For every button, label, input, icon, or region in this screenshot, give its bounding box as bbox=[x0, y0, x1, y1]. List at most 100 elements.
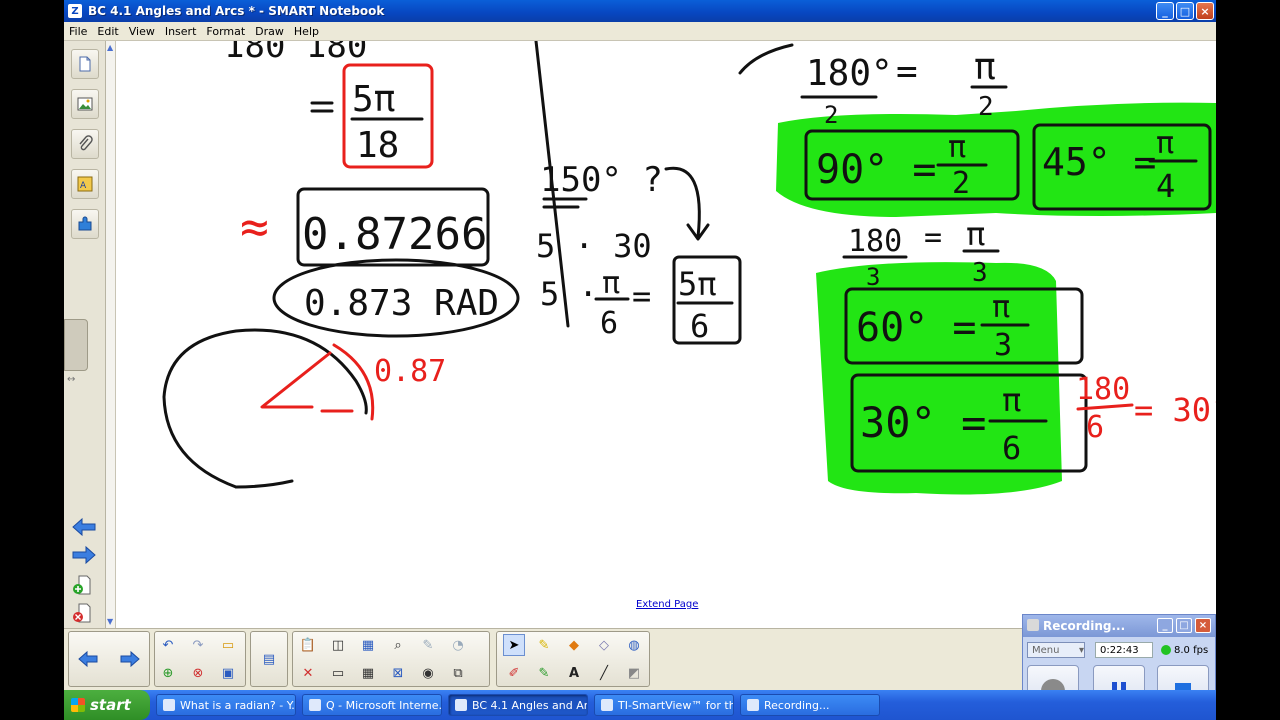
open-file-icon[interactable]: ▭ bbox=[217, 634, 239, 656]
start-button[interactable]: start bbox=[64, 690, 150, 720]
ink-equals-1 bbox=[310, 101, 334, 113]
maximize-button[interactable]: □ bbox=[1176, 2, 1194, 20]
redo-icon[interactable]: ↷ bbox=[187, 634, 209, 656]
properties-icon: A bbox=[77, 176, 93, 192]
camera-icon[interactable]: ◉ bbox=[417, 662, 439, 684]
ink-60-eq: 60° = bbox=[856, 305, 976, 351]
fill-tool-icon[interactable]: ◍ bbox=[623, 634, 645, 656]
chevron-down-icon: ▾ bbox=[1078, 644, 1084, 656]
ink-frac1-num: 5π bbox=[352, 79, 395, 120]
search-icon[interactable]: ⌕ bbox=[387, 634, 409, 656]
menu-view[interactable]: View bbox=[124, 25, 160, 38]
menu-help[interactable]: Help bbox=[289, 25, 324, 38]
ink-circle bbox=[162, 328, 368, 489]
ink-third-pi: π bbox=[966, 215, 985, 253]
recorder-minimize-button[interactable]: _ bbox=[1157, 618, 1173, 633]
full-screen-icon[interactable]: ▭ bbox=[327, 662, 349, 684]
ink-5-times-30: 5 · 30 bbox=[536, 227, 652, 265]
shape-tool-icon[interactable]: ◩ bbox=[623, 662, 645, 684]
windows-taskbar: start What is a radian? - Y... Q - Micro… bbox=[64, 690, 1216, 720]
ink-90-eq: 90° = bbox=[816, 147, 936, 193]
shape-recognition-icon[interactable]: ◔ bbox=[447, 634, 469, 656]
paste-icon[interactable]: 📋 bbox=[297, 634, 319, 656]
undo-icon[interactable]: ↶ bbox=[157, 634, 179, 656]
taskbar-item-smart-notebook[interactable]: BC 4.1 Angles and Ar... bbox=[448, 694, 588, 716]
notebook-page-canvas[interactable]: .ink{fill:none;stroke:#111;stroke-width:… bbox=[116, 41, 1216, 628]
eraser-icon[interactable]: ◇ bbox=[593, 634, 615, 656]
ink-rad-value: 0.873 RAD bbox=[304, 283, 499, 324]
properties-tab[interactable]: A bbox=[71, 169, 99, 199]
blank-page-icon[interactable]: ⊕ bbox=[157, 662, 179, 684]
previous-page-icon[interactable] bbox=[71, 517, 97, 537]
ink-pi-num: π bbox=[602, 266, 620, 301]
close-button[interactable]: × bbox=[1196, 2, 1214, 20]
taskbar-item-label: BC 4.1 Angles and Ar... bbox=[472, 698, 588, 712]
attachments-tab[interactable] bbox=[71, 129, 99, 159]
next-page-icon[interactable] bbox=[71, 545, 97, 565]
menu-format[interactable]: Format bbox=[201, 25, 250, 38]
ink-sixth-num: 180 bbox=[1076, 372, 1130, 407]
smart-notebook-icon bbox=[455, 699, 467, 711]
recorder-close-button[interactable]: × bbox=[1195, 618, 1211, 633]
calculator-icon bbox=[601, 699, 613, 711]
ink-sixth-den: 6 bbox=[1086, 410, 1104, 445]
sidebar-resize-handle[interactable] bbox=[64, 319, 88, 371]
ink-half-pi: π bbox=[974, 47, 996, 88]
menu-edit[interactable]: Edit bbox=[92, 25, 123, 38]
pen-tool-icon[interactable]: ✎ bbox=[533, 634, 555, 656]
attachments-icon bbox=[79, 135, 93, 151]
ink-answer-den: 6 bbox=[690, 307, 709, 345]
dual-page-icon[interactable]: ⊠ bbox=[387, 662, 409, 684]
text-tool-icon[interactable]: A bbox=[563, 662, 585, 684]
ink-third-eq: = bbox=[924, 220, 942, 255]
table-icon[interactable]: ▦ bbox=[357, 662, 379, 684]
taskbar-item-browser-1[interactable]: What is a radian? - Y... bbox=[156, 694, 296, 716]
recorder-title-bar[interactable]: Recording... _ □ × bbox=[1023, 615, 1215, 637]
start-label: start bbox=[90, 696, 131, 714]
menu-insert[interactable]: Insert bbox=[160, 25, 202, 38]
ink-curved-arrow bbox=[664, 166, 710, 241]
screen-shade-icon[interactable]: ▤ bbox=[258, 648, 280, 670]
document-camera-icon[interactable]: ⧉ bbox=[447, 662, 469, 684]
ink-30-eq: 30° = bbox=[860, 398, 986, 447]
delete-page-toolbar-icon[interactable]: ⊗ bbox=[187, 662, 209, 684]
ink-45-num: π bbox=[1156, 126, 1174, 161]
menu-draw[interactable]: Draw bbox=[250, 25, 289, 38]
smart-notebook-window: Z BC 4.1 Angles and Arcs * - SMART Noteb… bbox=[64, 0, 1216, 720]
screen-capture-icon[interactable]: ◫ bbox=[327, 634, 349, 656]
taskbar-item-browser-2[interactable]: Q - Microsoft Interne... bbox=[302, 694, 442, 716]
add-page-icon[interactable] bbox=[71, 575, 97, 595]
magic-pen-tool-icon[interactable]: ✐ bbox=[503, 662, 525, 684]
minimize-button[interactable]: _ bbox=[1156, 2, 1174, 20]
ink-partial-stroke bbox=[738, 43, 794, 75]
gallery-tab[interactable] bbox=[71, 89, 99, 119]
extend-page-link[interactable]: Extend Page bbox=[636, 599, 698, 610]
toolbar-back-icon[interactable] bbox=[77, 648, 99, 670]
select-tool-icon[interactable]: ➤ bbox=[503, 634, 525, 656]
recorder-menu-dropdown[interactable]: Menu ▾ bbox=[1027, 642, 1085, 658]
delete-page-icon[interactable] bbox=[71, 603, 97, 623]
scroll-down-icon[interactable]: ▼ bbox=[107, 617, 113, 626]
title-bar[interactable]: Z BC 4.1 Angles and Arcs * - SMART Noteb… bbox=[64, 0, 1216, 22]
creative-pen-icon[interactable]: ◆ bbox=[563, 634, 585, 656]
highlighter-icon[interactable]: ✎ bbox=[533, 662, 555, 684]
recording-status-icon bbox=[1161, 645, 1171, 655]
capture-toolbar-icon[interactable]: ▦ bbox=[357, 634, 379, 656]
taskbar-item-ti-smartview[interactable]: TI-SmartView™ for th... bbox=[594, 694, 734, 716]
magic-pen-icon[interactable]: ✎ bbox=[417, 634, 439, 656]
page-sorter-tab[interactable] bbox=[71, 49, 99, 79]
ink-approx-symbol: ≈ bbox=[240, 199, 269, 255]
line-tool-icon[interactable]: ╱ bbox=[593, 662, 615, 684]
ink-answer-num: 5π bbox=[678, 265, 717, 303]
vertical-scrollbar[interactable]: ▲ ▼ bbox=[106, 41, 116, 628]
toolbar-forward-icon[interactable] bbox=[119, 648, 141, 670]
menu-file[interactable]: File bbox=[64, 25, 92, 38]
scroll-up-icon[interactable]: ▲ bbox=[107, 43, 113, 52]
save-icon[interactable]: ▣ bbox=[217, 662, 239, 684]
taskbar-item-recorder[interactable]: Recording... bbox=[740, 694, 880, 716]
delete-icon[interactable]: ✕ bbox=[297, 662, 319, 684]
addons-tab[interactable] bbox=[71, 209, 99, 239]
ink-60-den: 3 bbox=[994, 328, 1012, 363]
sidebar-move-arrows-icon[interactable]: ↔ bbox=[67, 374, 75, 385]
recorder-maximize-button[interactable]: □ bbox=[1176, 618, 1192, 633]
